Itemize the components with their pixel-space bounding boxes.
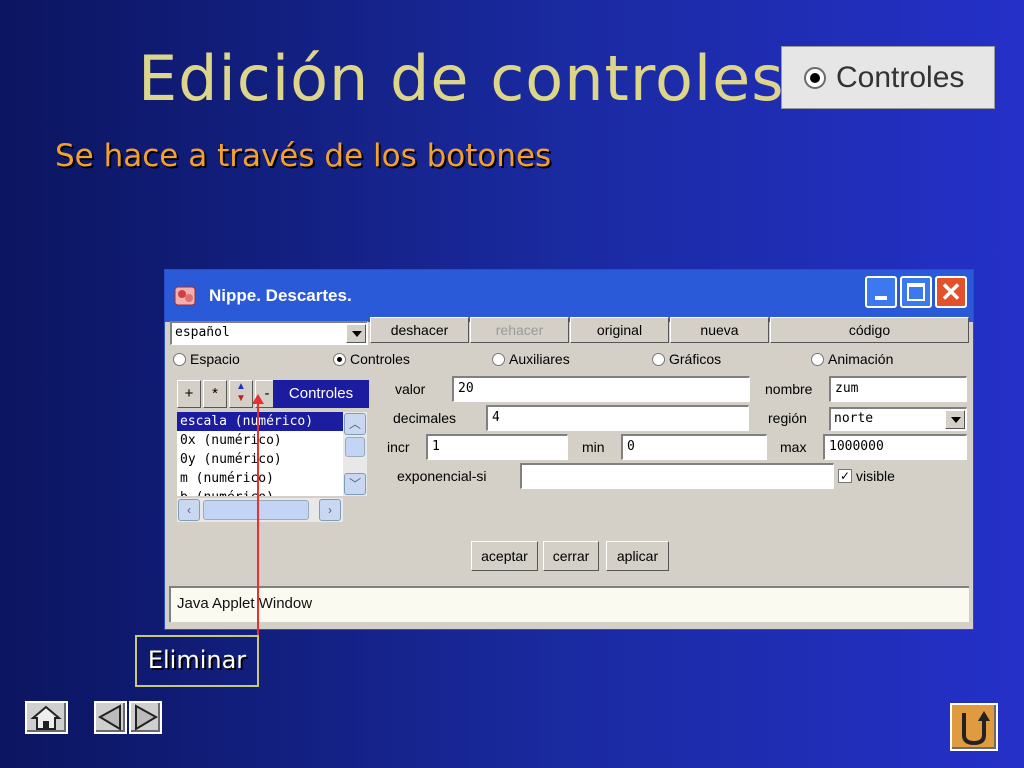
radio-icon	[811, 352, 824, 366]
list-item[interactable]: escala (numérico)	[177, 412, 343, 431]
app-icon	[174, 286, 196, 306]
chevron-down-icon[interactable]	[346, 324, 366, 343]
region-select[interactable]: norte	[829, 407, 967, 431]
tab-auxiliares[interactable]: Auxiliares	[492, 351, 570, 367]
return-icon-glyph	[962, 711, 990, 746]
badge-label: Controles	[836, 60, 965, 94]
window-titlebar[interactable]: Nippe. Descartes. ✕	[165, 270, 973, 322]
nueva-button[interactable]: nueva	[670, 317, 769, 343]
min-field[interactable]: 0	[621, 434, 767, 460]
prev-icon[interactable]	[94, 701, 127, 734]
codigo-button[interactable]: código	[770, 317, 969, 343]
copy-control-button[interactable]: *	[203, 380, 227, 408]
controls-list-panel: + * ▲ ▼ - Controles escala (numérico) 0x…	[173, 376, 371, 526]
valor-label: valor	[395, 381, 426, 397]
decimales-field[interactable]: 4	[486, 405, 749, 431]
list-item[interactable]: m (numérico)	[177, 469, 343, 488]
radio-icon	[652, 352, 665, 366]
next-icon-glyph	[135, 704, 159, 731]
slide-subtitle: Se hace a través de los botones	[55, 138, 552, 174]
max-field[interactable]: 1000000	[823, 434, 967, 460]
next-icon[interactable]	[129, 701, 162, 734]
minimize-icon[interactable]	[865, 276, 897, 308]
exponencial-field[interactable]	[520, 463, 834, 489]
panel-label: Controles	[273, 380, 369, 408]
controls-list[interactable]: escala (numérico) 0x (numérico) 0y (numé…	[177, 412, 343, 496]
prev-icon-glyph	[97, 704, 121, 731]
nombre-field[interactable]: zum	[829, 376, 967, 402]
callout-arrowhead	[252, 394, 264, 404]
chevron-down-icon[interactable]: ﹀	[344, 473, 366, 495]
chevron-down-icon[interactable]	[945, 410, 965, 429]
window-title: Nippe. Descartes.	[209, 286, 352, 305]
min-label: min	[582, 439, 605, 455]
controles-radio-badge: Controles	[781, 46, 995, 109]
incr-label: incr	[387, 439, 410, 455]
nombre-label: nombre	[765, 381, 813, 397]
language-select[interactable]: español	[170, 321, 368, 345]
region-label: región	[768, 410, 807, 426]
tab-animacion[interactable]: Animación	[811, 351, 893, 367]
list-item[interactable]: 0y (numérico)	[177, 450, 343, 469]
tab-controles[interactable]: Controles	[333, 351, 410, 367]
exponencial-label: exponencial-si	[397, 468, 487, 484]
scroll-thumb[interactable]	[203, 500, 309, 520]
cerrar-button[interactable]: cerrar	[543, 541, 599, 571]
status-bar: Java Applet Window	[169, 586, 969, 622]
close-icon[interactable]: ✕	[935, 276, 967, 308]
radio-selected-icon	[333, 352, 346, 366]
list-item[interactable]: b (numérico)	[177, 488, 343, 496]
move-control-button[interactable]: ▲ ▼	[229, 380, 253, 408]
chevron-up-icon[interactable]: ︿	[344, 413, 366, 435]
home-icon[interactable]	[25, 701, 68, 734]
eliminar-callout: Eliminar	[135, 635, 259, 687]
horizontal-scrollbar[interactable]: ‹ ›	[177, 498, 343, 522]
callout-pointer	[257, 398, 259, 636]
move-down-icon: ▼	[236, 393, 246, 404]
applet-window: Nippe. Descartes. ✕ español deshacer reh…	[164, 269, 974, 630]
tab-graficos[interactable]: Gráficos	[652, 351, 721, 367]
list-item[interactable]: 0x (numérico)	[177, 431, 343, 450]
tab-espacio[interactable]: Espacio	[173, 351, 240, 367]
language-value: español	[175, 325, 230, 340]
visible-checkbox[interactable]: ✓	[838, 469, 852, 483]
home-icon-glyph	[30, 705, 62, 730]
radio-icon	[173, 352, 186, 366]
scroll-thumb[interactable]	[345, 437, 365, 457]
return-icon[interactable]	[950, 703, 998, 751]
visible-label: visible	[856, 468, 895, 484]
incr-field[interactable]: 1	[426, 434, 568, 460]
original-button[interactable]: original	[570, 317, 669, 343]
max-label: max	[780, 439, 807, 455]
chevron-left-icon[interactable]: ‹	[178, 499, 200, 521]
slide-title: Edición de controles	[138, 42, 785, 115]
radio-icon	[492, 352, 505, 366]
vertical-scrollbar[interactable]: ︿ ﹀	[343, 412, 367, 496]
add-control-button[interactable]: +	[177, 380, 201, 408]
aceptar-button[interactable]: aceptar	[471, 541, 538, 571]
rehacer-button[interactable]: rehacer	[470, 317, 569, 343]
radio-selected-icon	[804, 66, 826, 89]
valor-field[interactable]: 20	[452, 376, 750, 402]
region-value: norte	[834, 411, 874, 426]
maximize-icon[interactable]	[900, 276, 932, 308]
chevron-right-icon[interactable]: ›	[319, 499, 341, 521]
decimales-label: decimales	[393, 410, 457, 426]
move-up-icon: ▲	[236, 381, 246, 392]
deshacer-button[interactable]: deshacer	[370, 317, 469, 343]
aplicar-button[interactable]: aplicar	[606, 541, 669, 571]
